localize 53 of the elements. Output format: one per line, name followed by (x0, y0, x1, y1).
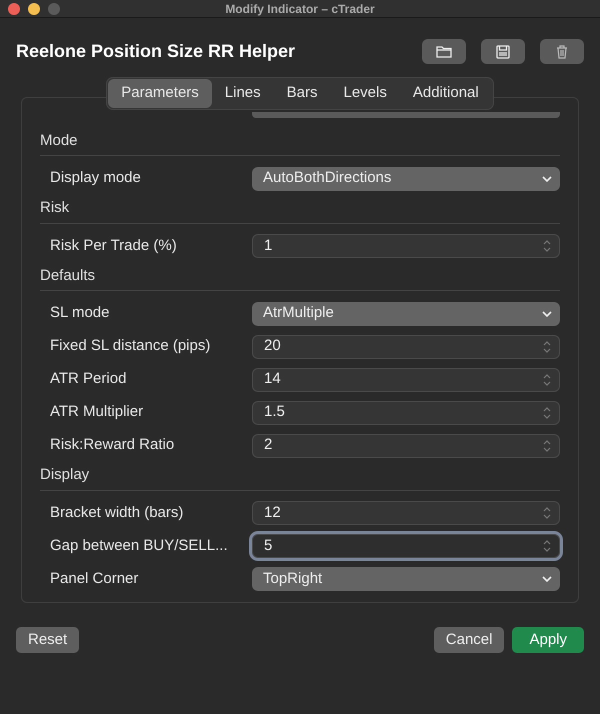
number-field[interactable]: 2 (252, 434, 560, 458)
save-button[interactable] (481, 39, 525, 64)
indicator-title: Reelone Position Size RR Helper (16, 40, 296, 63)
section-heading: Display (40, 462, 560, 490)
field-label: Bracket width (bars) (50, 502, 184, 523)
tab[interactable]: Levels (330, 79, 400, 108)
chevron-down-icon (542, 576, 552, 582)
section-heading: Mode (40, 128, 560, 156)
stepper-icon[interactable] (543, 372, 551, 386)
stepper-icon[interactable] (543, 406, 551, 420)
field-label: Panel Corner (50, 568, 140, 589)
section-heading: Defaults (40, 262, 560, 291)
stepper-icon[interactable] (543, 539, 551, 553)
field-label: SL mode (50, 303, 110, 324)
number-field[interactable]: 1.5 (252, 400, 560, 424)
field-label: Risk Per Trade (%) (50, 236, 178, 256)
stepper-icon[interactable] (543, 239, 551, 253)
stepper-icon[interactable] (543, 506, 551, 520)
minimize-button[interactable] (28, 2, 40, 14)
apply-button[interactable]: Apply (512, 626, 584, 653)
cancel-button[interactable]: Cancel (434, 626, 504, 653)
folder-icon (436, 45, 452, 58)
field-label: ATR Period (50, 369, 128, 390)
tab[interactable]: Lines (212, 79, 274, 108)
number-field[interactable]: 14 (252, 368, 560, 392)
number-field[interactable]: 5 (252, 534, 560, 558)
stepper-icon[interactable] (543, 438, 551, 452)
number-field[interactable]: 1 (252, 234, 560, 258)
chevron-down-icon (542, 176, 552, 182)
number-field[interactable]: 12 (252, 501, 560, 525)
number-field[interactable]: 20 (252, 334, 560, 358)
zoom-button[interactable] (48, 2, 60, 14)
open-button[interactable] (422, 39, 466, 64)
close-button[interactable] (8, 2, 20, 14)
field-label: Fixed SL distance (pips) (50, 336, 212, 356)
field-label: Display mode (50, 168, 142, 188)
dropdown[interactable]: AutoBothDirections (252, 166, 560, 190)
dropdown[interactable]: AtrMultiple (252, 302, 560, 326)
reset-button[interactable]: Reset (16, 626, 80, 653)
field-label: Risk:Reward Ratio (50, 435, 176, 456)
delete-button[interactable] (540, 39, 584, 64)
dropdown[interactable]: TopRight (252, 567, 560, 591)
stepper-icon[interactable] (543, 340, 551, 354)
tab[interactable]: Bars (274, 79, 330, 108)
trash-icon (556, 44, 568, 58)
field-label: ATR Multiplier (50, 402, 144, 422)
section-heading: Risk (40, 195, 560, 224)
tab[interactable]: Parameters (108, 79, 212, 108)
field-label: Gap between BUY/SELL... (50, 536, 229, 556)
save-icon (496, 44, 510, 58)
window-title: Modify Indicator – cTrader (225, 2, 375, 16)
chevron-down-icon (542, 310, 552, 316)
tab[interactable]: Additional (400, 79, 492, 108)
